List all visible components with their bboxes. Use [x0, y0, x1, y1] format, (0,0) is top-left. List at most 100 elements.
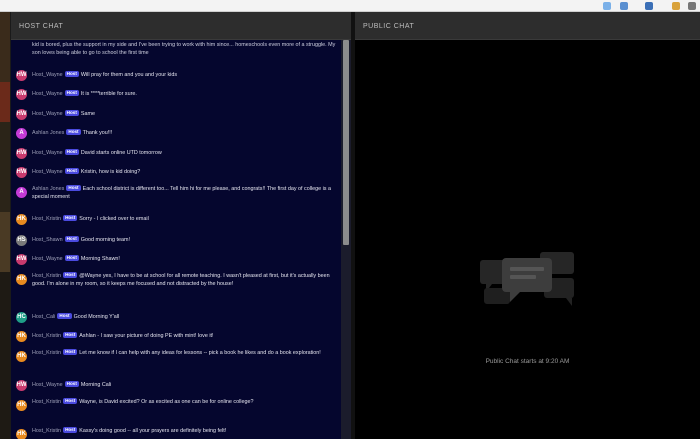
- message-username[interactable]: Host_Shawn: [32, 237, 63, 243]
- message-text-block: Host_Wayne Host David starts online UTD to…: [32, 149, 337, 157]
- message-username[interactable]: Host_Wayne: [32, 382, 63, 388]
- avatar[interactable]: HK: [16, 274, 27, 285]
- background-strip: [0, 12, 10, 439]
- message-text-block: Host_Kristin Host Ashlan - I saw your pict…: [32, 332, 337, 340]
- scrollbar-thumb[interactable]: [343, 40, 349, 245]
- message-body: Morning Shawn!: [80, 256, 120, 262]
- public-chat-start-note: Public Chat starts at 9:20 AM: [485, 358, 570, 365]
- message-username[interactable]: Ashlan Jones: [32, 130, 64, 136]
- host-badge: Host: [64, 236, 79, 242]
- host-badge: Host: [63, 272, 78, 278]
- message-body: Thank you!!!: [82, 130, 113, 136]
- message-text-block: Host_Cali Host Good Morning Y'all: [32, 313, 337, 321]
- message-text-block: Host_Kristin Host Let me know if I can hel…: [32, 349, 337, 357]
- host-badge: Host: [63, 332, 78, 338]
- host-badge: Host: [66, 129, 81, 135]
- message-text-block: kid is bored, plus the support in my sid…: [32, 41, 337, 57]
- avatar[interactable]: HW: [16, 148, 27, 159]
- host-badge: Host: [63, 427, 78, 433]
- browser-toolbar: [0, 0, 700, 12]
- public-chat-body: Public Chat starts at 9:20 AM: [355, 40, 700, 439]
- host-badge: Host: [64, 381, 79, 387]
- message-body: Same: [80, 111, 95, 117]
- host-chat-header: HOST CHAT: [11, 12, 351, 40]
- host-badge: Host: [64, 90, 79, 96]
- message-username[interactable]: Ashlan Jones: [32, 186, 64, 192]
- host-badge: Host: [64, 255, 79, 261]
- message-text-block: Host_Kristin Host Kassy's doing good -- al…: [32, 427, 337, 435]
- message-username[interactable]: Host_Wayne: [32, 150, 63, 156]
- extension-icon[interactable]: [672, 2, 680, 10]
- message-text-block: Ashlan Jones Host Each school district is …: [32, 185, 337, 201]
- host-badge: Host: [57, 313, 72, 319]
- message-username[interactable]: Host_Kristin: [32, 428, 61, 434]
- scrollbar[interactable]: [341, 40, 351, 439]
- extension-icon[interactable]: [603, 2, 611, 10]
- message-body: Sorry - I clicked over to email: [79, 216, 149, 222]
- message-username[interactable]: Host_Wayne: [32, 256, 63, 262]
- message-username[interactable]: Host_Cali: [32, 314, 55, 320]
- message-username[interactable]: Host_Kristin: [32, 273, 61, 279]
- message-body: Wayne, is David excited? Or as excited a…: [79, 399, 254, 405]
- host-badge: Host: [63, 398, 78, 404]
- host-badge: Host: [63, 215, 78, 221]
- message-body: Kristin, how is kid doing?: [80, 169, 141, 175]
- message-username[interactable]: Host_Wayne: [32, 169, 63, 175]
- avatar[interactable]: HK: [16, 400, 27, 411]
- message-username[interactable]: Host_Kristin: [32, 399, 61, 405]
- avatar[interactable]: HS: [16, 235, 27, 246]
- avatar[interactable]: HW: [16, 167, 27, 178]
- message-body: David starts online UTD tomorrow: [80, 150, 162, 156]
- avatar[interactable]: HK: [16, 214, 27, 225]
- avatar[interactable]: A: [16, 187, 27, 198]
- host-badge: Host: [64, 110, 79, 116]
- avatar[interactable]: HW: [16, 380, 27, 391]
- chat-bubbles-icon: [480, 252, 574, 306]
- message-text-block: Host_Kristin Host Sorry - I clicked over t…: [32, 215, 337, 223]
- message-text-block: Ashlan Jones Host Thank you!!!: [32, 129, 337, 137]
- host-badge: Host: [64, 149, 79, 155]
- avatar[interactable]: HK: [16, 331, 27, 342]
- avatar[interactable]: A: [16, 128, 27, 139]
- extension-icon[interactable]: [620, 2, 628, 10]
- avatar[interactable]: HK: [16, 351, 27, 362]
- message-body: Good Morning Y'all: [73, 314, 120, 320]
- avatar[interactable]: HK: [16, 429, 27, 439]
- public-chat-header: PUBLIC CHAT: [355, 12, 700, 40]
- extension-icon[interactable]: [645, 2, 653, 10]
- message-text-block: Host_Kristin Host Wayne, is David excited?…: [32, 398, 337, 406]
- host-chat-body[interactable]: kid is bored, plus the support in my sid…: [11, 40, 351, 439]
- message-body: kid is bored, plus the support in my sid…: [32, 42, 336, 56]
- message-text-block: Host_Shawn Host Good morning team!: [32, 236, 337, 244]
- message-username[interactable]: Host_Wayne: [32, 91, 63, 97]
- avatar[interactable]: HW: [16, 89, 27, 100]
- message-username[interactable]: Host_Kristin: [32, 333, 61, 339]
- message-body: Will pray for them and you and your kids: [80, 72, 178, 78]
- message-text-block: Host_Wayne Host Morning Cali: [32, 381, 337, 389]
- public-chat-panel: PUBLIC CHAT Public Chat starts at 9:20 A…: [355, 12, 700, 439]
- avatar[interactable]: HW: [16, 109, 27, 120]
- menu-icon[interactable]: [688, 2, 696, 10]
- message-text-block: Host_Wayne Host It is ****terrible for sur…: [32, 90, 337, 98]
- avatar[interactable]: HW: [16, 70, 27, 81]
- message-text-block: Host_Wayne Host Kristin, how is kid doing?: [32, 168, 337, 176]
- message-username[interactable]: Host_Wayne: [32, 111, 63, 117]
- host-badge: Host: [63, 349, 78, 355]
- message-username[interactable]: Host_Kristin: [32, 216, 61, 222]
- message-text-block: Host_Kristin Host @Wayne yes, I have to be…: [32, 272, 337, 288]
- message-text-block: Host_Wayne Host Will pray for them and you…: [32, 71, 337, 79]
- host-badge: Host: [64, 168, 79, 174]
- host-badge: Host: [66, 185, 81, 191]
- avatar[interactable]: HC: [16, 312, 27, 323]
- message-username[interactable]: Host_Wayne: [32, 72, 63, 78]
- message-body: Good morning team!: [80, 237, 130, 243]
- message-body: It is ****terrible for sure.: [80, 91, 137, 97]
- host-chat-panel: HOST CHAT kid is bored, plus the support…: [11, 12, 351, 439]
- avatar[interactable]: HW: [16, 254, 27, 265]
- message-text-block: Host_Wayne Host Morning Shawn!: [32, 255, 337, 263]
- message-username[interactable]: Host_Kristin: [32, 350, 61, 356]
- message-body: Let me know if I can help with any ideas…: [79, 350, 321, 356]
- message-text-block: Host_Wayne Host Same: [32, 110, 337, 118]
- message-body: Morning Cali: [80, 382, 112, 388]
- host-badge: Host: [64, 71, 79, 77]
